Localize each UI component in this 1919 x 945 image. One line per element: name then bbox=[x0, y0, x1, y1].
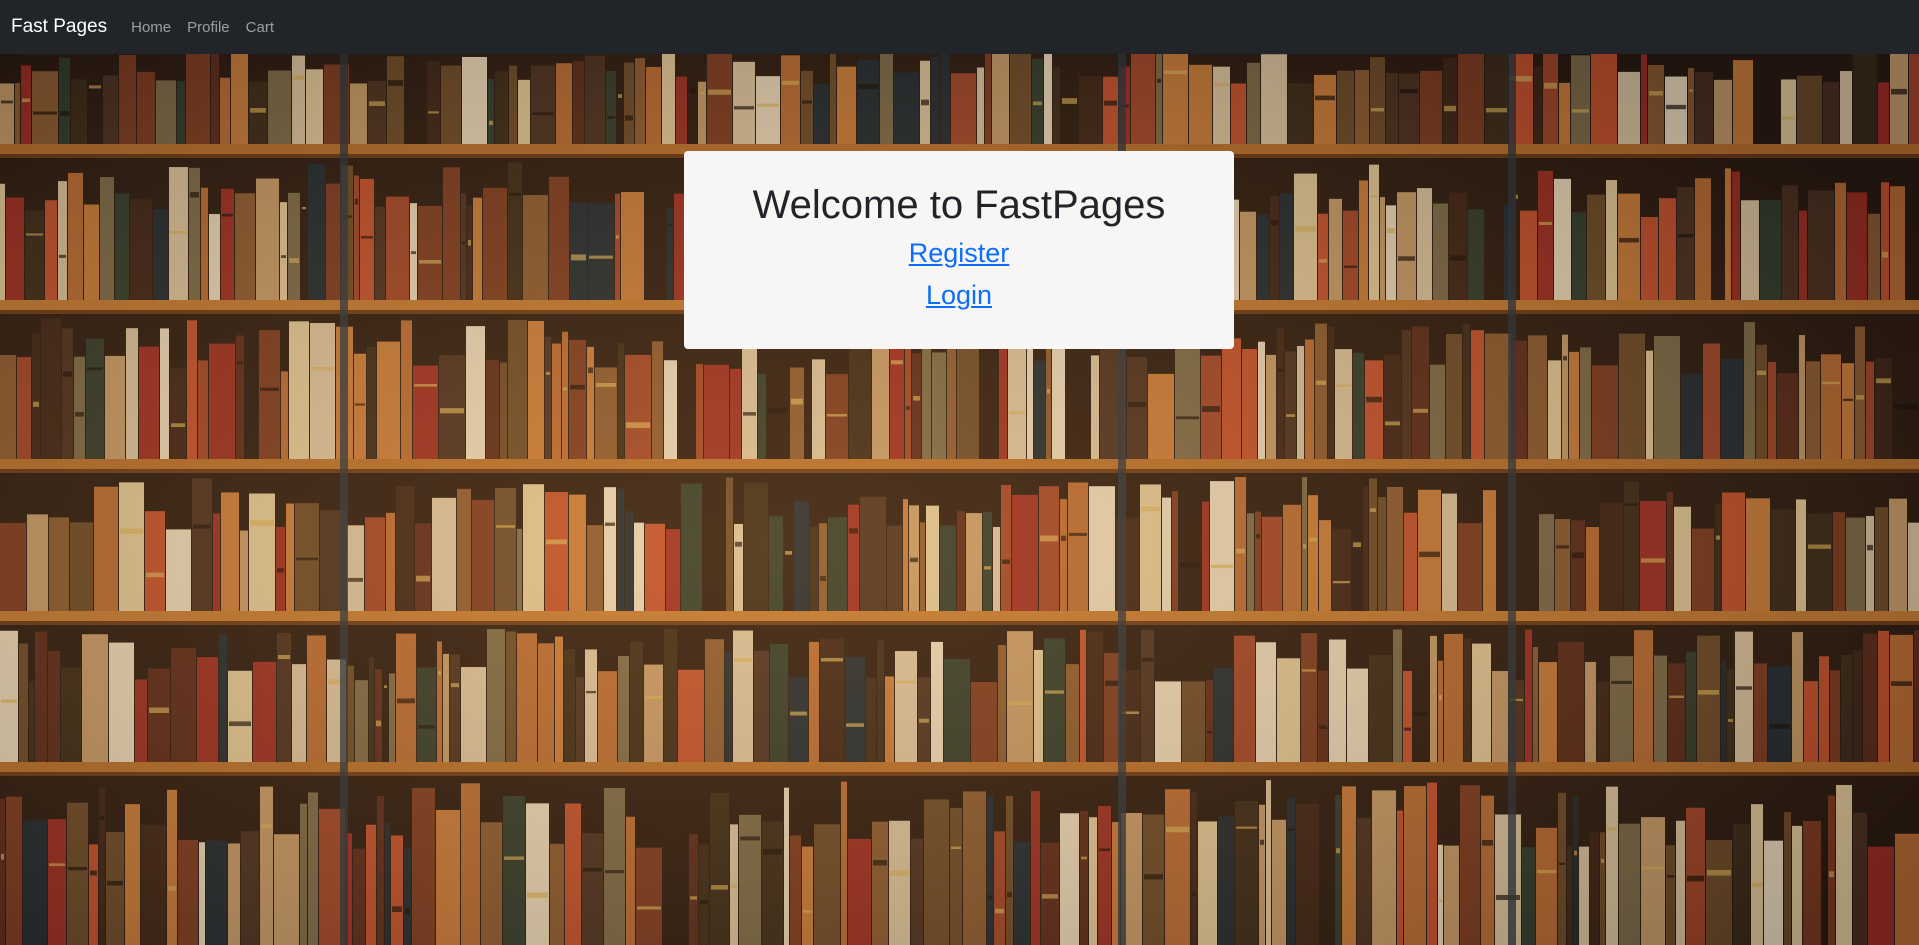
welcome-card: Welcome to FastPages Register Login bbox=[684, 151, 1234, 349]
nav-link-cart[interactable]: Cart bbox=[246, 19, 274, 36]
login-link[interactable]: Login bbox=[684, 279, 1234, 311]
welcome-title: Welcome to FastPages bbox=[752, 183, 1166, 227]
nav-link-home[interactable]: Home bbox=[131, 19, 171, 36]
top-navbar: Fast Pages Home Profile Cart bbox=[0, 0, 1919, 54]
nav-link-profile[interactable]: Profile bbox=[187, 19, 230, 36]
nav-links: Home Profile Cart bbox=[131, 19, 290, 36]
register-link[interactable]: Register bbox=[684, 237, 1234, 269]
brand-link[interactable]: Fast Pages bbox=[11, 16, 107, 38]
